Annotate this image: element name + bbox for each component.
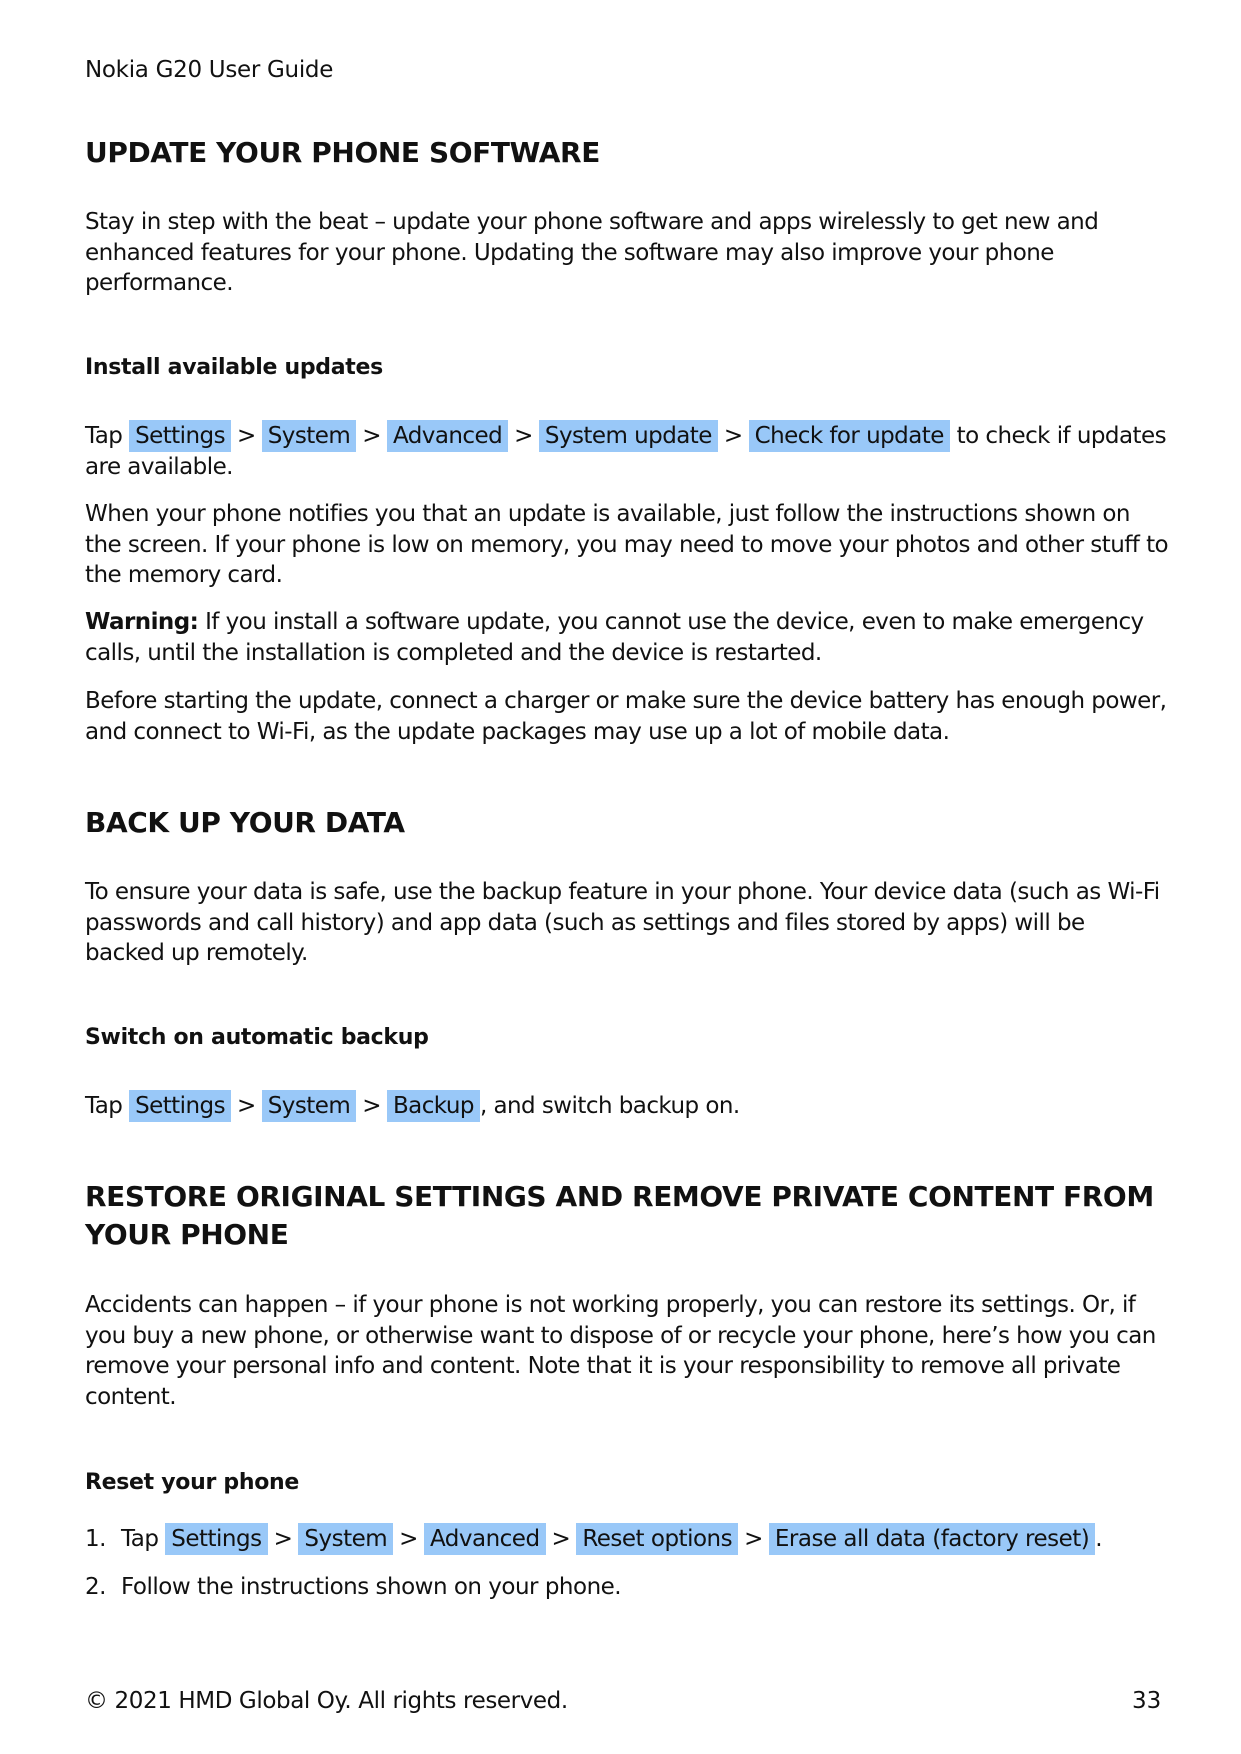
- menu-path-system: System: [261, 420, 357, 452]
- menu-path-backup: Backup: [386, 1090, 480, 1122]
- section-heading-update-software: UPDATE YOUR PHONE SOFTWARE: [85, 136, 600, 169]
- path-separator: >: [514, 423, 533, 449]
- path-separator: >: [551, 1526, 571, 1552]
- menu-path-system: System: [298, 1523, 394, 1555]
- step-number: 2.: [85, 1574, 106, 1600]
- warning-label: Warning:: [85, 609, 199, 635]
- path-separator: >: [237, 1093, 256, 1119]
- update-before-paragraph: Before starting the update, connect a ch…: [85, 688, 1167, 745]
- menu-path-check-for-update: Check for update: [748, 420, 950, 452]
- warning-paragraph: Warning: If you install a software updat…: [85, 607, 1170, 668]
- list-item: 2. Follow the instructions shown on your …: [85, 1572, 1102, 1620]
- step-text: Follow the instructions shown on your ph…: [121, 1574, 622, 1600]
- subheading-install-updates: Install available updates: [85, 355, 383, 380]
- section-heading-restore: RESTORE ORIGINAL SETTINGS AND REMOVE PRI…: [85, 1180, 1154, 1251]
- tap-label: Tap: [85, 423, 123, 449]
- path-separator: >: [399, 1526, 418, 1552]
- step-number: 1.: [85, 1526, 106, 1552]
- menu-path-advanced: Advanced: [423, 1523, 546, 1555]
- menu-path-advanced: Advanced: [386, 420, 509, 452]
- menu-path-settings: Settings: [129, 420, 231, 452]
- menu-path-settings: Settings: [129, 1090, 231, 1122]
- update-path-paragraph: Tap Settings > System > Advanced > System upda…: [85, 420, 1170, 482]
- subheading-reset-phone: Reset your phone: [85, 1470, 299, 1495]
- path-separator: >: [273, 1526, 293, 1552]
- running-header: Nokia G20 User Guide: [85, 57, 334, 83]
- update-notify-paragraph: When your phone notifies you that an upd…: [85, 501, 1169, 588]
- menu-path-reset-options: Reset options: [576, 1523, 739, 1555]
- reset-steps-list: 1. Tap Settings > System > Advanced > Reset opt…: [85, 1523, 1103, 1620]
- tap-label: Tap: [85, 1093, 123, 1119]
- restore-intro-paragraph: Accidents can happen – if your phone is …: [85, 1292, 1156, 1410]
- backup-path-paragraph: Tap Settings > System > Backup, and switch b…: [85, 1090, 1170, 1122]
- menu-path-system: System: [261, 1090, 357, 1122]
- subheading-automatic-backup: Switch on automatic backup: [85, 1025, 429, 1050]
- warning-text: If you install a software update, you ca…: [85, 609, 1144, 666]
- page-number: 33: [1132, 1688, 1162, 1714]
- backup-intro-paragraph: To ensure your data is safe, use the bac…: [85, 879, 1160, 966]
- menu-path-system-update: System update: [538, 420, 718, 452]
- footer-copyright: © 2021 HMD Global Oy. All rights reserve…: [85, 1688, 568, 1714]
- menu-path-erase-all-data: Erase all data (factory reset): [768, 1523, 1096, 1555]
- path-separator: >: [744, 1526, 763, 1552]
- section-heading-backup: BACK UP YOUR DATA: [85, 806, 405, 839]
- path-separator: >: [723, 423, 743, 449]
- update-intro-paragraph: Stay in step with the beat – update your…: [85, 209, 1099, 296]
- path-suffix: , and switch backup on.: [479, 1093, 740, 1119]
- path-separator: >: [362, 1093, 381, 1119]
- path-separator: >: [362, 423, 381, 449]
- step-suffix: .: [1095, 1526, 1103, 1552]
- path-separator: >: [237, 423, 256, 449]
- menu-path-settings: Settings: [165, 1523, 268, 1555]
- tap-label: Tap: [121, 1526, 159, 1552]
- list-item: 1. Tap Settings > System > Advanced > Reset opt…: [85, 1523, 1103, 1572]
